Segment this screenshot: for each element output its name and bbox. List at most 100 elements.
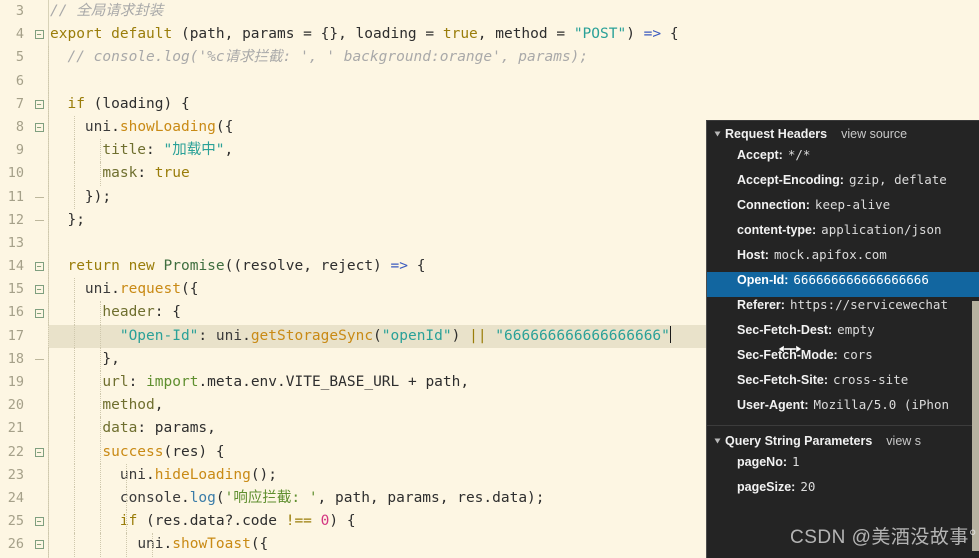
- fold-marker[interactable]: −: [30, 447, 48, 457]
- fold-marker: [30, 196, 48, 199]
- fold-collapse-icon[interactable]: −: [34, 30, 44, 40]
- header-row[interactable]: User-Agent: Mozilla/5.0 (iPhon: [707, 397, 979, 422]
- header-value: cors: [842, 347, 873, 362]
- line-number: 10: [7, 165, 24, 182]
- header-key: Open-Id:: [737, 273, 789, 287]
- fold-marker[interactable]: −: [30, 30, 48, 40]
- section-header-query-string-parameters[interactable]: Query String Parameters view s: [707, 428, 979, 454]
- method-showtoast: showToast: [172, 536, 251, 553]
- line-number: 11: [7, 188, 24, 205]
- object-uni: uni: [119, 466, 147, 483]
- keyword-if: if: [67, 95, 85, 112]
- header-value: empty: [837, 322, 875, 337]
- code-line[interactable]: 5 // console.log('%c请求拦截: ', ' backgroun…: [0, 46, 979, 70]
- fold-collapse-icon[interactable]: −: [34, 262, 44, 272]
- object-uni: uni: [215, 327, 243, 344]
- string-loading-title: "加载中": [163, 142, 225, 159]
- code-line[interactable]: 7 − if (loading) {: [0, 92, 979, 116]
- prop-data: data: [102, 420, 138, 437]
- section-header-request-headers[interactable]: Request Headers view source: [707, 121, 979, 147]
- query-param-row[interactable]: pageNo: 1: [707, 454, 979, 479]
- object-console: console: [119, 489, 181, 506]
- header-row[interactable]: Sec-Fetch-Mode: cors: [707, 347, 979, 372]
- fold-end-tick: [34, 220, 44, 222]
- fold-marker[interactable]: −: [30, 517, 48, 527]
- keyword-default: default: [111, 26, 173, 43]
- header-row[interactable]: Accept-Encoding: gzip, deflate: [707, 172, 979, 197]
- query-param-row[interactable]: pageSize: 20: [707, 479, 979, 504]
- line-number: 24: [7, 489, 24, 506]
- code-line[interactable]: 4 − export default (path, params = {}, l…: [0, 23, 979, 46]
- chevron-down-icon[interactable]: [714, 438, 721, 444]
- keyword-import: import: [146, 374, 199, 390]
- comment-token: // console.log('%c请求拦截: ', ' background:…: [67, 49, 589, 66]
- header-row-selected-open-id[interactable]: Open-Id: 666666666666666666: [707, 272, 979, 297]
- fold-marker[interactable]: −: [30, 123, 48, 133]
- fold-collapse-icon[interactable]: −: [34, 447, 44, 457]
- keyword-new: new: [128, 258, 155, 275]
- header-key: Accept-Encoding:: [737, 173, 844, 187]
- fold-end-tick: [34, 359, 44, 361]
- fold-marker[interactable]: −: [30, 285, 48, 295]
- string-resp-log: '响应拦截: ': [224, 489, 318, 506]
- bool-true: true: [442, 26, 478, 43]
- operator-strict-neq: !==: [285, 513, 312, 530]
- line-number: 19: [7, 374, 24, 390]
- fold-collapse-icon[interactable]: −: [34, 540, 44, 550]
- devtools-scroll-area[interactable]: Request Headers view source Accept: */* …: [707, 121, 979, 558]
- method-success: success: [102, 443, 164, 460]
- code-line[interactable]: 6: [0, 69, 979, 93]
- code-text: // 全局请求封装: [48, 0, 979, 23]
- prop-header: header: [102, 304, 155, 321]
- env-var-vite-base-url: VITE_BASE_URL: [285, 374, 400, 390]
- code-text: if (loading) {: [48, 92, 979, 116]
- fold-collapse-icon[interactable]: −: [34, 123, 44, 133]
- header-row[interactable]: Accept: */*: [707, 147, 979, 172]
- string-post: "POST": [573, 26, 627, 43]
- query-param-value: 20: [800, 479, 816, 494]
- code-text: // console.log('%c请求拦截: ', ' background:…: [48, 46, 979, 70]
- string-openid-arg: "openId": [381, 327, 452, 344]
- vertical-scrollbar-thumb[interactable]: [972, 301, 979, 551]
- chevron-down-icon[interactable]: [714, 131, 721, 137]
- object-uni: uni: [84, 281, 112, 298]
- view-source-link[interactable]: view s: [886, 434, 921, 448]
- line-number: 21: [7, 420, 24, 437]
- header-value: 666666666666666666: [793, 272, 929, 287]
- devtools-headers-panel[interactable]: Request Headers view source Accept: */* …: [706, 120, 979, 558]
- method-request: request: [119, 281, 181, 298]
- header-row[interactable]: Referer: https://servicewechat: [707, 297, 979, 322]
- fold-marker[interactable]: −: [30, 308, 48, 318]
- comment-token: // 全局请求封装: [50, 3, 164, 19]
- fold-marker[interactable]: −: [30, 99, 48, 109]
- keyword-return: return: [67, 258, 120, 275]
- header-key: Accept:: [737, 148, 783, 162]
- line-number: 4: [15, 26, 24, 43]
- line-number: 23: [7, 466, 24, 483]
- header-row[interactable]: Sec-Fetch-Site: cross-site: [707, 372, 979, 397]
- section-divider: [707, 425, 979, 426]
- header-key: Connection:: [737, 198, 810, 212]
- fold-marker[interactable]: −: [30, 540, 48, 550]
- line-number: 18: [7, 350, 24, 367]
- fold-collapse-icon[interactable]: −: [34, 99, 44, 109]
- query-param-key: pageSize:: [737, 480, 796, 494]
- line-number: 14: [7, 258, 24, 275]
- fold-collapse-icon[interactable]: −: [34, 308, 44, 318]
- header-row[interactable]: content-type: application/json: [707, 222, 979, 247]
- header-value: cross-site: [833, 372, 909, 387]
- string-openid-fallback: "666666666666666666": [495, 327, 670, 344]
- line-number: 13: [7, 234, 24, 251]
- object-uni: uni: [84, 118, 112, 135]
- prop-url: url: [102, 374, 129, 390]
- header-row[interactable]: Sec-Fetch-Dest: empty: [707, 322, 979, 347]
- fold-collapse-icon[interactable]: −: [34, 285, 44, 295]
- fold-collapse-icon[interactable]: −: [34, 517, 44, 527]
- fold-marker[interactable]: −: [30, 262, 48, 272]
- code-line[interactable]: 3 // 全局请求封装: [0, 0, 979, 23]
- method-hideloading: hideLoading: [154, 466, 251, 483]
- header-value: mock.apifox.com: [773, 247, 887, 262]
- header-row[interactable]: Connection: keep-alive: [707, 197, 979, 222]
- view-source-link[interactable]: view source: [841, 127, 907, 141]
- header-row[interactable]: Host: mock.apifox.com: [707, 247, 979, 272]
